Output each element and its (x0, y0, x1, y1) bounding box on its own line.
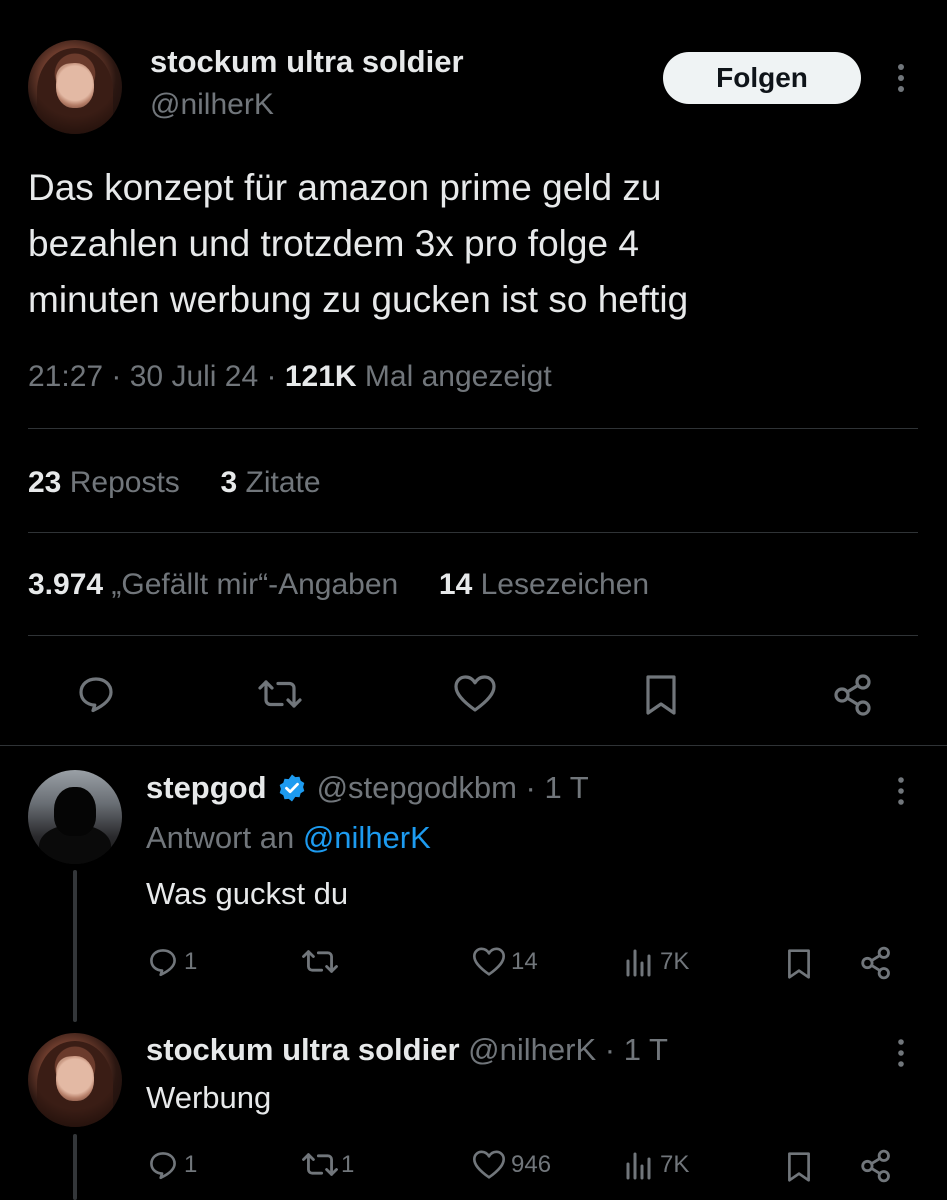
reply-author-name[interactable]: stockum ultra soldier (146, 1032, 460, 1067)
likes-bookmarks-row: 3.974 „Gefällt mir“-Angaben 14 Lesezeich… (28, 568, 649, 602)
reply-author-name[interactable]: stepgod (146, 770, 267, 806)
like-count: 946 (511, 1151, 552, 1178)
bookmarks-label: Lesezeichen (480, 568, 650, 601)
repost-icon (301, 1148, 339, 1181)
repost-count: 1 (341, 1150, 355, 1178)
like-icon (471, 1148, 507, 1182)
reply-text: Werbung (146, 1080, 272, 1115)
bookmarks-stat[interactable]: 14 Lesezeichen (439, 568, 649, 601)
bookmark-icon[interactable] (641, 672, 681, 718)
like-button[interactable]: 946 (471, 1148, 551, 1182)
tweet-text-line: minuten werbung zu gucken ist so heftig (28, 279, 689, 320)
tweet-text-line: bezahlen und trotzdem 3x pro folge 4 (28, 223, 639, 264)
likes-stat[interactable]: 3.974 „Gefällt mir“-Angaben (28, 568, 407, 601)
tweet-text-line: Das konzept für amazon prime geld zu (28, 167, 662, 208)
reposts-quotes-row: 23 Reposts 3 Zitate (28, 466, 321, 500)
verified-badge-icon (277, 773, 307, 803)
views-label: Mal angezeigt (364, 360, 552, 393)
reply-author-handle[interactable]: @stepgodkbm (317, 770, 517, 806)
share-icon[interactable] (858, 1148, 894, 1184)
views-button[interactable]: 7K (624, 1148, 689, 1182)
author-handle[interactable]: @nilherK (150, 88, 274, 122)
views-icon (624, 1148, 654, 1182)
reply-avatar[interactable] (28, 1033, 122, 1127)
repost-button[interactable]: 1 (301, 1148, 354, 1181)
reply-count: 1 (184, 948, 198, 975)
repost-icon[interactable] (257, 674, 303, 714)
follow-button[interactable]: Folgen (663, 52, 861, 104)
reply-to-label: Antwort an (146, 820, 295, 855)
thread-line (73, 1134, 77, 1200)
divider (0, 745, 947, 746)
views-count: 121K (284, 360, 357, 393)
reply-header: stepgod @stepgodkbm · 1 T (146, 770, 589, 806)
reply-to-handle[interactable]: @nilherK (303, 820, 431, 855)
divider (28, 635, 918, 636)
more-icon[interactable] (889, 774, 913, 808)
like-button[interactable]: 14 (471, 945, 538, 979)
quotes-stat[interactable]: 3 Zitate (220, 466, 320, 499)
reply-age[interactable]: 1 T (624, 1032, 668, 1067)
quotes-count: 3 (220, 466, 238, 499)
author-avatar[interactable] (28, 40, 122, 134)
views-count: 7K (660, 1151, 690, 1178)
quotes-label: Zitate (245, 466, 321, 499)
more-icon[interactable] (889, 60, 913, 96)
like-icon (471, 945, 507, 979)
reposts-count: 23 (28, 466, 62, 499)
views-count: 7K (660, 948, 690, 975)
reply-text: Was guckst du (146, 876, 349, 911)
reply-age[interactable]: 1 T (544, 770, 588, 806)
reply-button[interactable]: 1 (146, 945, 197, 979)
more-icon[interactable] (889, 1036, 913, 1070)
reply-avatar[interactable] (28, 770, 122, 864)
tweet-text: Das konzept für amazon prime geld zu bez… (28, 160, 688, 328)
reply-button[interactable]: 1 (146, 1148, 197, 1182)
like-count: 14 (511, 948, 538, 975)
bookmark-icon[interactable] (784, 1150, 814, 1184)
divider (28, 532, 918, 533)
like-icon[interactable] (452, 672, 498, 716)
reply-icon[interactable] (74, 672, 118, 716)
reply-header: stockum ultra soldier @nilherK · 1 T (146, 1032, 668, 1067)
tweet-date[interactable]: 30 Juli 24 (130, 360, 258, 393)
reply-action-bar: 1 1 946 7K (146, 1148, 906, 1188)
reply-icon (146, 1148, 180, 1182)
likes-label: „Gefällt mir“-Angaben (111, 568, 399, 601)
divider (28, 428, 918, 429)
author-name[interactable]: stockum ultra soldier (150, 44, 464, 80)
repost-button[interactable] (301, 945, 343, 978)
reply-to-line: Antwort an @nilherK (146, 820, 431, 856)
share-icon[interactable] (830, 672, 876, 718)
reply-icon (146, 945, 180, 979)
bookmarks-count: 14 (438, 568, 473, 601)
tweet-meta: 21:27 · 30 Juli 24 · 121K Mal angezeigt (28, 360, 552, 393)
views-button[interactable]: 7K (624, 945, 689, 979)
bookmark-icon[interactable] (784, 947, 814, 981)
thread-line (73, 870, 77, 1022)
reposts-stat[interactable]: 23 Reposts (28, 466, 188, 499)
reply-count: 1 (184, 1151, 198, 1178)
reply-author-handle[interactable]: @nilherK (468, 1032, 596, 1067)
reposts-label: Reposts (69, 466, 180, 499)
likes-count: 3.974 (28, 568, 104, 601)
share-icon[interactable] (858, 945, 894, 981)
repost-icon (301, 945, 339, 978)
tweet-time[interactable]: 21:27 (28, 360, 103, 393)
views-icon (624, 945, 654, 979)
reply-action-bar: 1 14 7K (146, 945, 906, 985)
